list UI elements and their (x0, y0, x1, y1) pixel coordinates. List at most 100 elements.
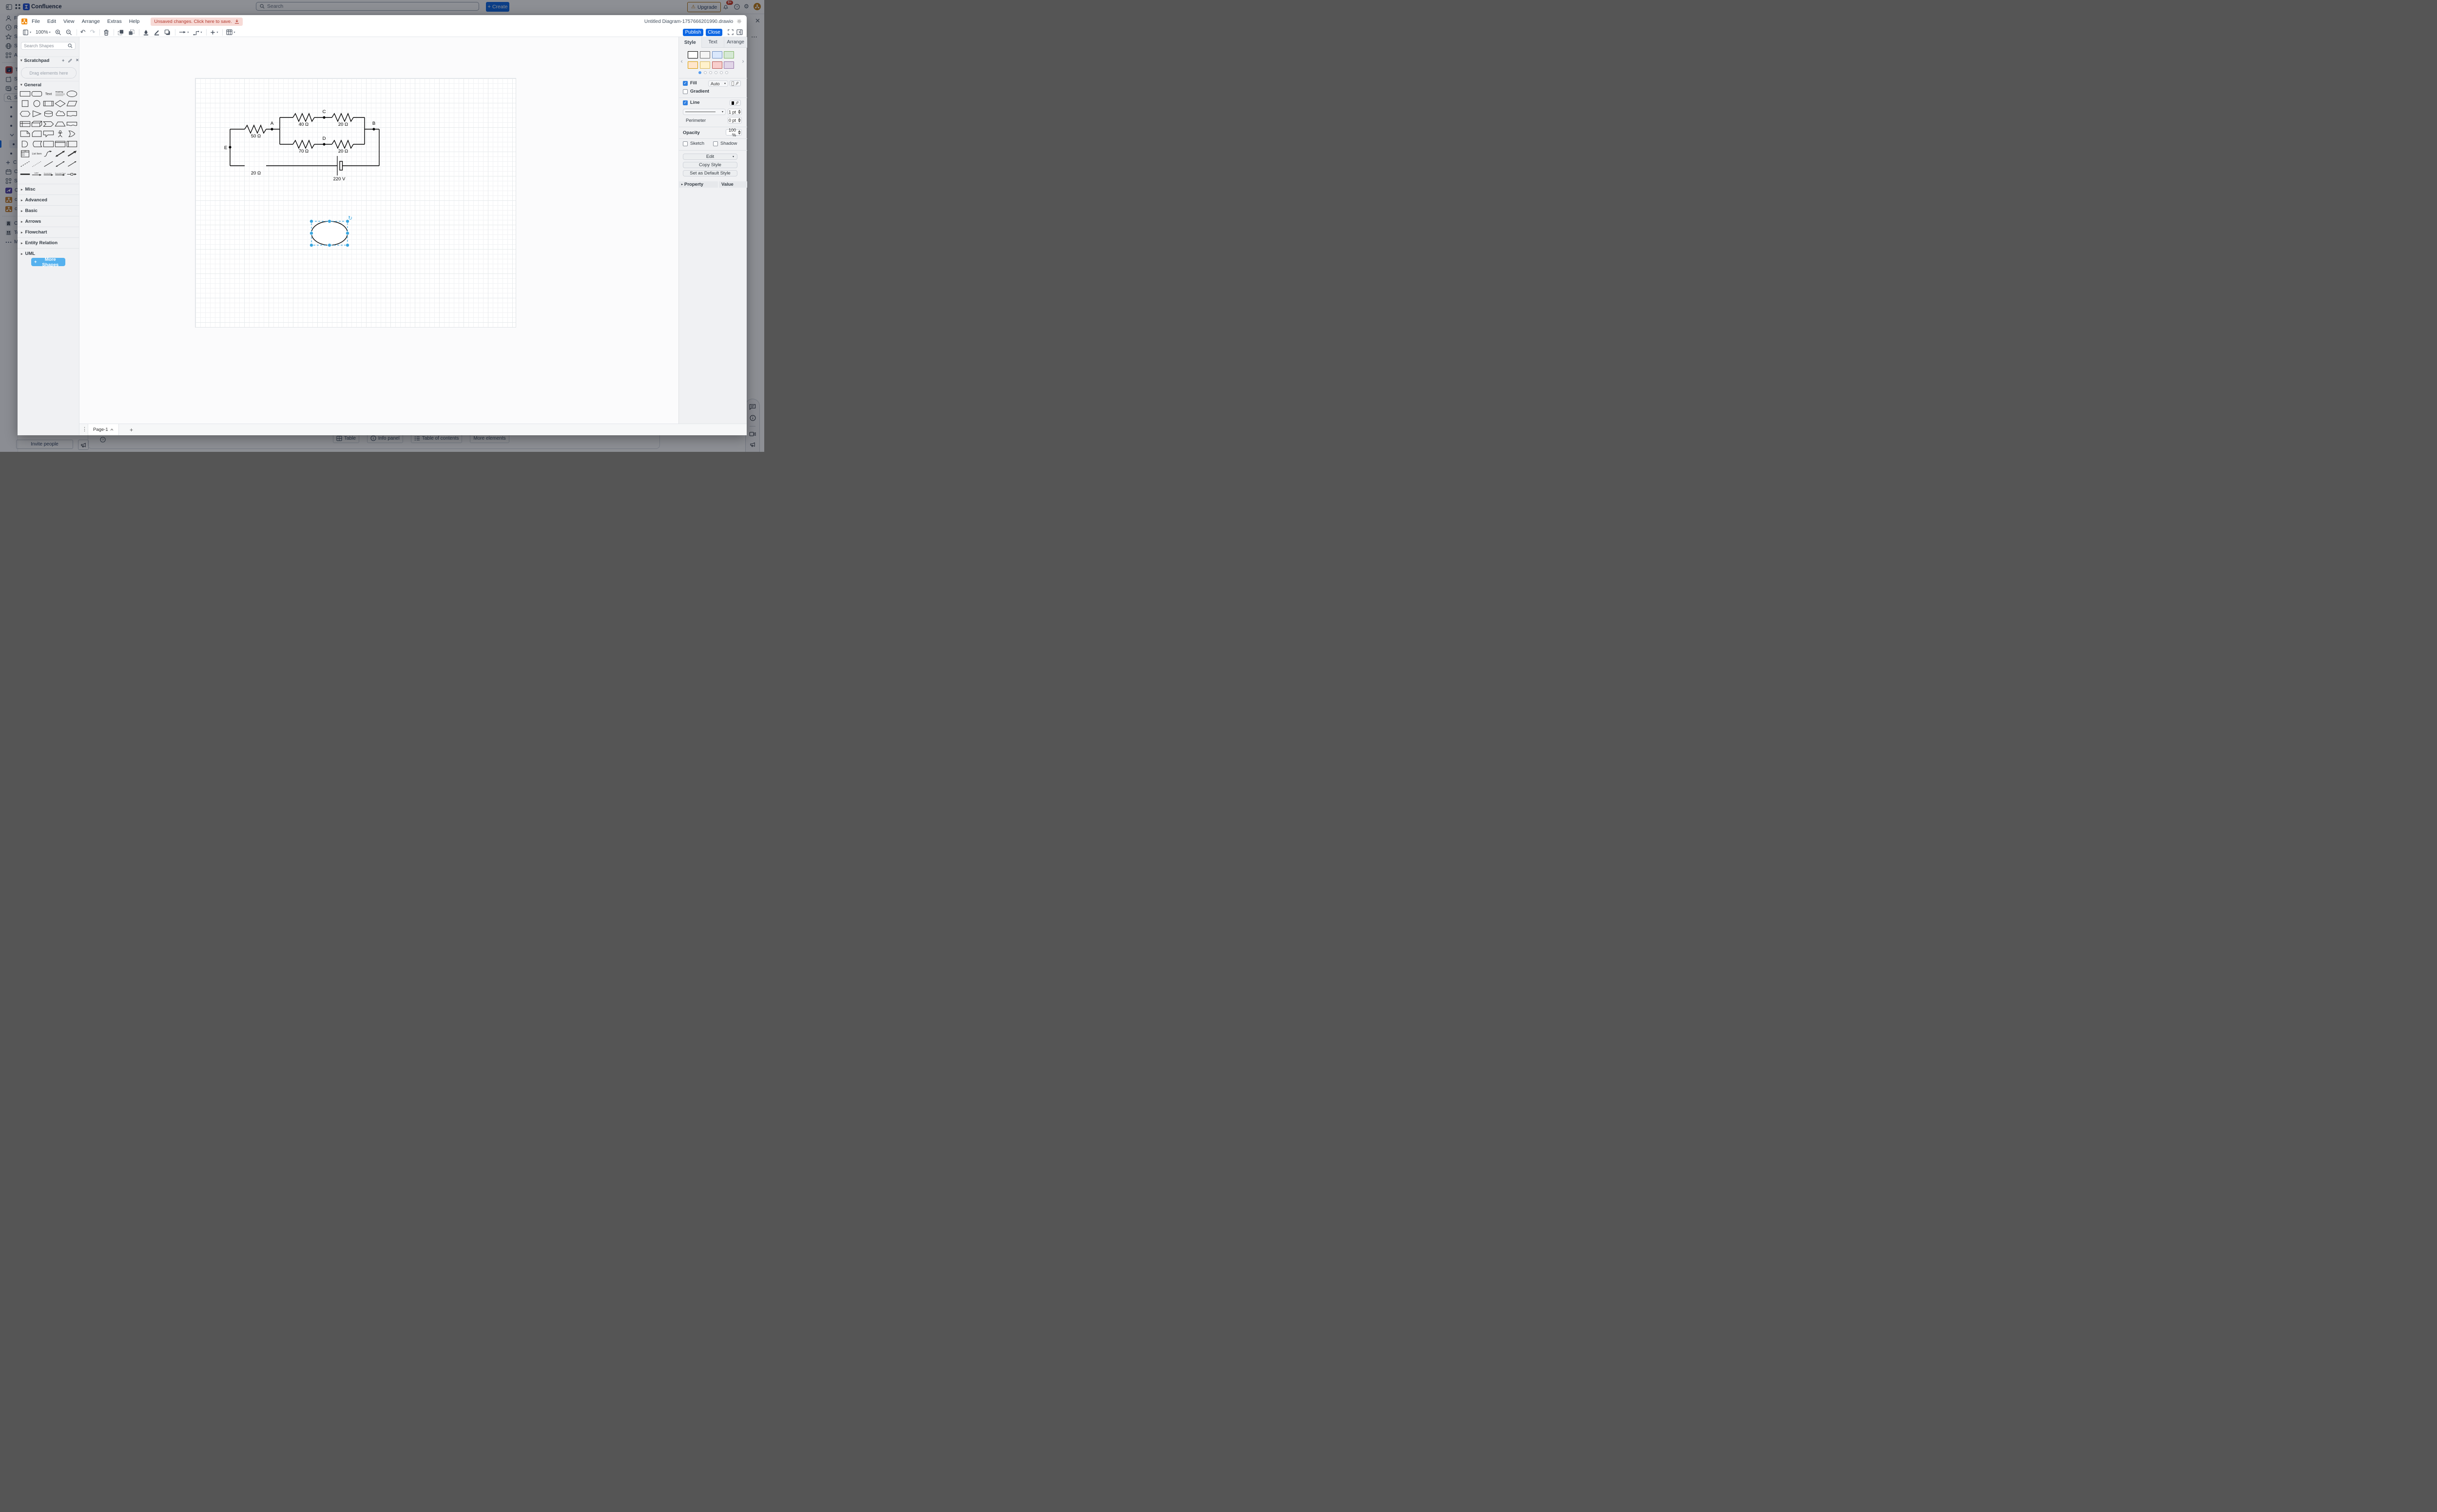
tab-arrange[interactable]: Arrange (724, 37, 747, 48)
preset-page-dot[interactable] (720, 71, 723, 74)
scratchpad-add-icon[interactable]: + (62, 58, 64, 63)
scratchpad-edit-icon[interactable] (68, 58, 72, 63)
edit-style-button[interactable]: Edit ▾ (683, 154, 737, 160)
shape-internal-storage[interactable] (19, 119, 31, 129)
shape-list-item[interactable]: List Item (31, 149, 42, 159)
shape-data-storage[interactable] (31, 139, 42, 149)
insert-button[interactable]: ▾ (210, 30, 218, 35)
shape-process[interactable] (42, 99, 54, 109)
menu-help[interactable]: Help (129, 19, 140, 24)
fill-color-icon[interactable] (143, 29, 149, 36)
waypoint-style-button[interactable]: ▾ (193, 29, 202, 36)
preset-page-dot[interactable] (709, 71, 712, 74)
section-arrows[interactable]: ▸Arrows (18, 216, 79, 227)
shape-arrow-with-crossover[interactable] (66, 169, 78, 179)
zoom-in-icon[interactable] (55, 29, 61, 36)
shape-dotted-line[interactable] (31, 159, 42, 169)
shape-arrow-with-labels[interactable]: SourceLabelTarget (55, 169, 66, 179)
tab-text[interactable]: Text (702, 37, 725, 48)
to-back-icon[interactable] (128, 29, 135, 36)
preset-page-dot[interactable] (725, 71, 728, 74)
shape-horizontal-container[interactable] (66, 139, 78, 149)
unsaved-changes-banner[interactable]: Unsaved changes. Click here to save. (151, 18, 242, 26)
zoom-level-dropdown[interactable]: 100%▾ (36, 30, 51, 35)
menu-edit[interactable]: Edit (47, 19, 56, 24)
section-flowchart[interactable]: ▸Flowchart (18, 227, 79, 237)
perimeter-stepper[interactable]: 0 pt (728, 117, 742, 123)
shape-note[interactable] (19, 129, 31, 139)
shape-link[interactable] (19, 169, 31, 179)
shape-arrow[interactable] (66, 149, 78, 159)
collapse-panel-icon[interactable] (736, 29, 743, 35)
presets-prev-icon[interactable]: ‹ (680, 58, 683, 65)
close-button[interactable]: Close (706, 29, 722, 36)
shape-list[interactable]: ListItem 1Item 2Item 3 (19, 149, 31, 159)
preset-page-dot[interactable] (715, 71, 717, 74)
opacity-stepper[interactable]: 100 % (726, 129, 742, 136)
shape-hexagon[interactable] (19, 109, 31, 119)
style-preset[interactable] (724, 51, 734, 58)
shape-actor[interactable] (55, 129, 66, 139)
set-default-style-button[interactable]: Set as Default Style (683, 170, 737, 176)
shadow-checkbox[interactable] (713, 141, 718, 146)
fullscreen-icon[interactable] (728, 29, 734, 35)
modal-close-icon[interactable]: ✕ (755, 18, 760, 24)
section-basic[interactable]: ▸Basic (18, 205, 79, 216)
fill-mode-select[interactable]: Auto▾ (708, 80, 728, 87)
diagram-canvas[interactable]: A B C D E 50 Ω 40 Ω 20 Ω 70 Ω 20 Ω 20 Ω … (79, 37, 678, 424)
shape-parallelogram[interactable] (66, 99, 78, 109)
line-color-well[interactable] (730, 100, 741, 106)
shape-step[interactable] (42, 119, 54, 129)
shape-card[interactable] (31, 129, 42, 139)
selected-ellipse[interactable] (311, 221, 348, 245)
scratchpad-header[interactable]: ▾Scratchpad + ✕ (18, 57, 82, 64)
shape-bidirectional-arrow[interactable] (55, 149, 66, 159)
delete-icon[interactable] (103, 29, 109, 36)
section-misc[interactable]: ▸Misc (18, 184, 79, 194)
shape-curve[interactable] (42, 149, 54, 159)
shape-search-input[interactable]: Search Shapes (21, 42, 76, 50)
scratchpad-close-icon[interactable]: ✕ (76, 58, 79, 63)
fill-checkbox[interactable]: ✓ (683, 81, 688, 86)
style-preset[interactable] (712, 51, 722, 58)
style-preset[interactable] (724, 61, 734, 69)
page-tab[interactable]: Page-1 (88, 424, 119, 435)
shape-tape[interactable] (66, 119, 78, 129)
add-page-icon[interactable]: + (130, 426, 133, 433)
shape-bidirectional-connector[interactable] (55, 159, 66, 169)
section-advanced[interactable]: ▸Advanced (18, 194, 79, 205)
shape-circle[interactable] (31, 99, 42, 109)
sketch-checkbox[interactable] (683, 141, 688, 146)
shape-square[interactable] (19, 99, 31, 109)
preset-page-dot[interactable] (704, 71, 707, 74)
shape-and[interactable] (19, 139, 31, 149)
general-section-header[interactable]: ▾General (18, 81, 82, 88)
line-color-icon[interactable] (154, 29, 160, 36)
style-preset[interactable] (712, 61, 722, 69)
line-checkbox[interactable]: ✓ (683, 100, 688, 105)
shape-rounded-rectangle[interactable] (31, 89, 42, 99)
shape-text[interactable]: Text (42, 89, 54, 99)
shape-textbox[interactable]: Heading (55, 89, 66, 99)
undo-icon[interactable]: ↶ (80, 29, 86, 36)
shape-or[interactable] (66, 129, 78, 139)
shape-document[interactable] (66, 109, 78, 119)
shape-vertical-container[interactable] (55, 139, 66, 149)
shape-arrow-with-source-label[interactable]: SourceLabel (42, 169, 54, 179)
to-front-icon[interactable] (117, 29, 124, 36)
menu-view[interactable]: View (63, 19, 75, 24)
pages-menu-icon[interactable]: ⋮ (82, 426, 87, 432)
redo-icon[interactable]: ↷ (90, 29, 96, 36)
shape-cube[interactable] (31, 119, 42, 129)
style-preset[interactable] (700, 61, 710, 69)
shape-triangle[interactable] (31, 109, 42, 119)
connection-style-button[interactable]: ▾ (179, 30, 189, 35)
publish-button[interactable]: Publish (683, 29, 703, 36)
preset-page-dot[interactable] (698, 71, 701, 74)
tab-style[interactable]: Style (679, 37, 702, 48)
shape-container[interactable] (42, 139, 54, 149)
style-preset[interactable] (688, 51, 698, 58)
presets-next-icon[interactable]: › (742, 58, 744, 65)
shape-callout[interactable] (42, 129, 54, 139)
shape-cloud[interactable] (55, 109, 66, 119)
